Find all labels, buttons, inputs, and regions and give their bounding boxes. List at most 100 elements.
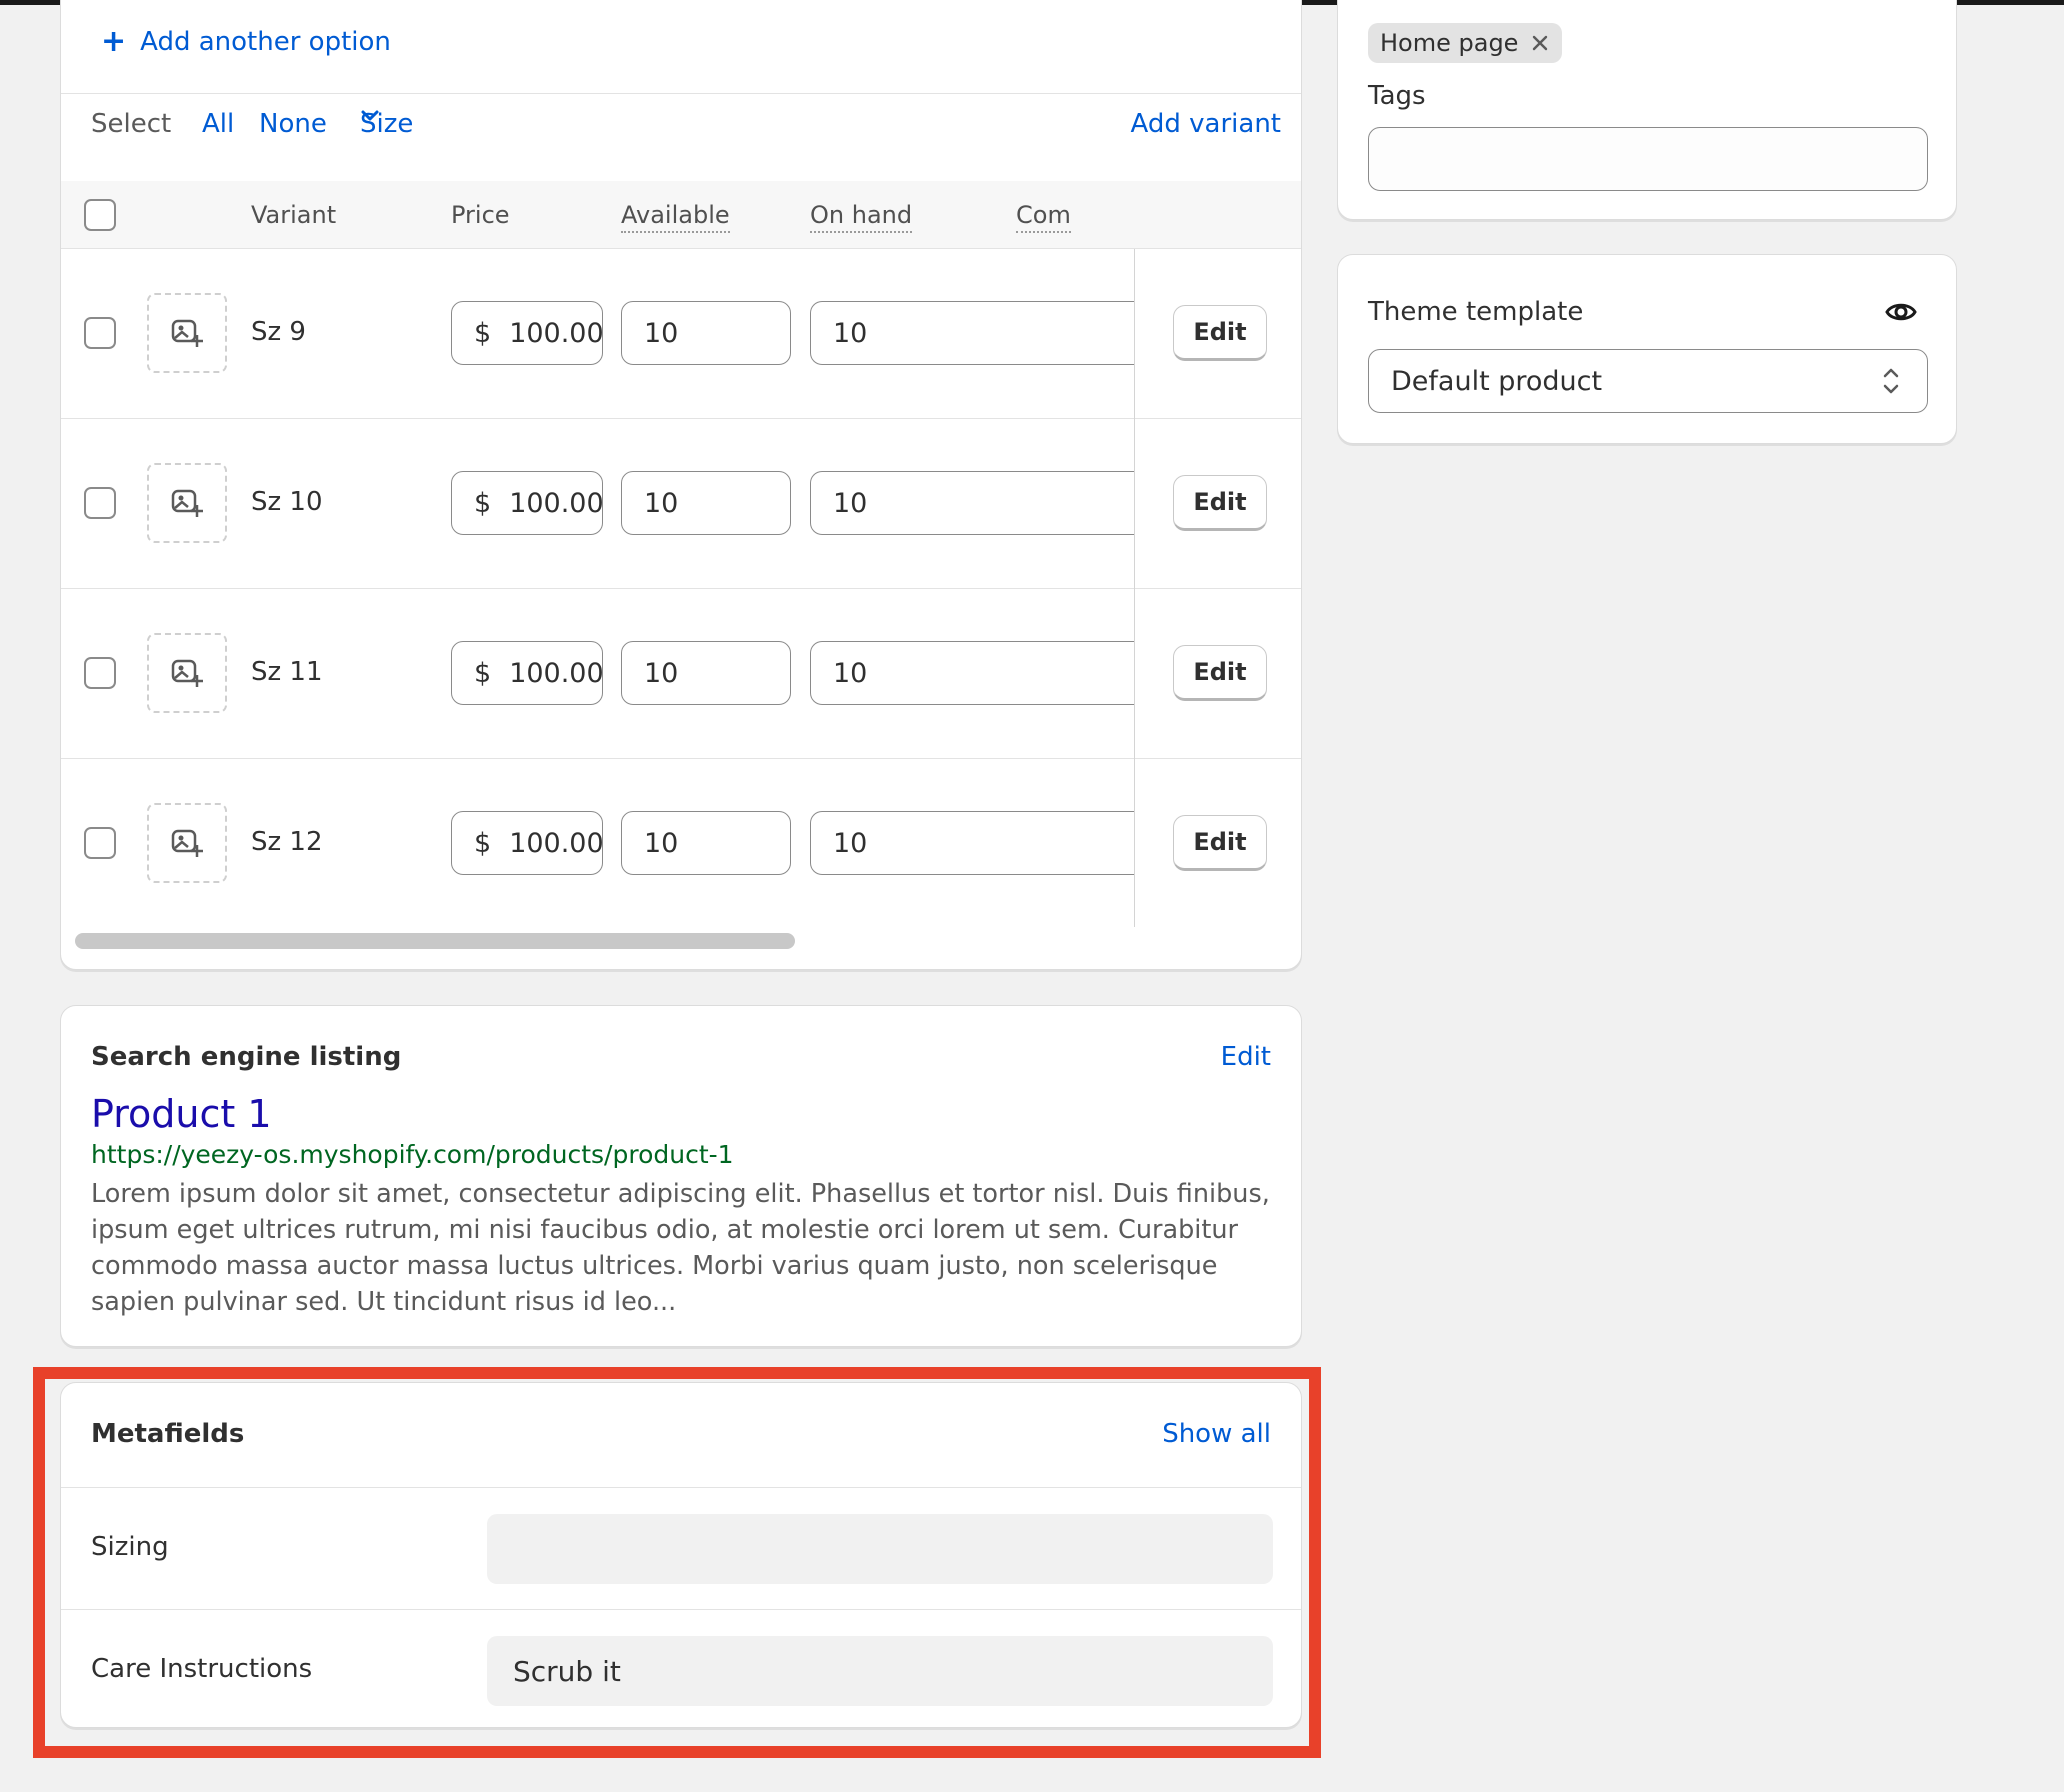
available-value: 10 [644,317,679,349]
column-on-hand[interactable]: On hand [810,201,913,233]
edit-button[interactable]: Edit [1173,475,1267,531]
image-add-icon [171,659,203,687]
variant-image-placeholder[interactable] [147,293,227,373]
on-hand-input[interactable]: 10 [810,301,1134,365]
add-another-option-label: Add another option [140,27,391,57]
select-all-checkbox[interactable] [84,199,116,231]
column-available[interactable]: Available [621,201,730,233]
image-add-icon [171,829,203,857]
product-organization-card: Home page Tags [1337,0,1957,220]
metafield-label: Care Instructions [91,1654,313,1684]
variants-table-header: Variant Price Available On hand Com [61,181,1301,249]
on-hand-value: 10 [833,827,868,859]
seo-preview-title: Product 1 [91,1092,272,1136]
variant-name: Sz 9 [251,317,306,347]
available-value: 10 [644,657,679,689]
available-value: 10 [644,487,679,519]
metafields-card: Metafields Show all Sizing Care Instruct… [60,1382,1302,1728]
available-input[interactable]: 10 [621,641,791,705]
on-hand-value: 10 [833,657,868,689]
on-hand-input[interactable]: 10 [810,471,1134,535]
variant-row: Sz 10 $100.00 10 10 Edit [61,419,1301,589]
available-input[interactable]: 10 [621,471,791,535]
collection-chip: Home page [1368,23,1563,63]
seo-preview-description: Lorem ipsum dolor sit amet, consectetur … [91,1179,1270,1317]
variant-row-checkbox[interactable] [84,317,116,349]
on-hand-input[interactable]: 10 [810,641,1134,705]
sticky-column-separator [1134,249,1135,927]
available-input[interactable]: 10 [621,301,791,365]
variant-name: Sz 11 [251,657,323,687]
currency-symbol: $ [474,317,492,349]
column-price: Price [451,201,510,229]
currency-symbol: $ [474,827,492,859]
seo-edit-button[interactable]: Edit [1221,1042,1271,1072]
theme-template-card: Theme template Default product [1337,254,1957,444]
available-input[interactable]: 10 [621,811,791,875]
edit-button[interactable]: Edit [1173,815,1267,871]
theme-template-label: Theme template [1368,297,1584,327]
tags-input[interactable] [1368,127,1928,191]
select-label: Select [91,109,172,139]
price-input[interactable]: $100.00 [451,811,604,875]
edit-button[interactable]: Edit [1173,645,1267,701]
variant-image-placeholder[interactable] [147,803,227,883]
plus-icon: + [101,24,127,59]
select-size-dropdown[interactable]: Size [360,109,413,139]
metafield-input-care-instructions[interactable]: Scrub it [487,1636,1273,1706]
price-input[interactable]: $100.00 [451,641,604,705]
variant-select-bar: Select All None Size Add variant [91,109,1281,153]
metafield-label: Sizing [91,1532,169,1562]
variant-name: Sz 10 [251,487,323,517]
on-hand-input[interactable]: 10 [810,811,1134,875]
currency-symbol: $ [474,487,492,519]
show-all-button[interactable]: Show all [1162,1419,1271,1449]
image-add-icon [171,319,203,347]
select-updown-icon [1883,368,1899,394]
variant-row-checkbox[interactable] [84,657,116,689]
metafields-heading: Metafields [91,1419,245,1449]
image-add-icon [171,489,203,517]
variant-image-placeholder[interactable] [147,633,227,713]
tags-label: Tags [1368,81,1426,111]
size-label: Size [360,109,414,139]
metafield-row-care-instructions: Care Instructions Scrub it [61,1609,1301,1727]
metafield-input-sizing[interactable] [487,1514,1273,1584]
select-all-button[interactable]: All [202,109,234,139]
on-hand-value: 10 [833,487,868,519]
variant-row: Sz 9 $100.00 10 10 Edit [61,249,1301,419]
theme-template-select[interactable]: Default product [1368,349,1928,413]
variant-image-placeholder[interactable] [147,463,227,543]
variant-row: Sz 12 $100.00 10 10 Edit [61,759,1301,929]
metafield-row-sizing: Sizing [61,1487,1301,1609]
price-value: 100.00 [509,657,604,689]
eye-icon[interactable] [1884,295,1918,329]
available-value: 10 [644,827,679,859]
price-input[interactable]: $100.00 [451,471,604,535]
price-value: 100.00 [509,317,604,349]
divider [61,93,1301,94]
add-another-option-button[interactable]: + Add another option [101,24,391,59]
close-icon[interactable] [1532,35,1548,51]
add-variant-button[interactable]: Add variant [1131,109,1281,139]
price-value: 100.00 [509,487,604,519]
variants-card: + Add another option Select All None Siz… [60,0,1302,970]
horizontal-scrollbar[interactable] [75,933,795,949]
price-input[interactable]: $100.00 [451,301,604,365]
select-none-button[interactable]: None [259,109,327,139]
variant-row: Sz 11 $100.00 10 10 Edit [61,589,1301,759]
seo-preview-url: https://yeezy-os.myshopify.com/products/… [91,1140,734,1169]
variant-name: Sz 12 [251,827,323,857]
variant-row-checkbox[interactable] [84,827,116,859]
column-variant: Variant [251,201,337,229]
variant-row-checkbox[interactable] [84,487,116,519]
currency-symbol: $ [474,657,492,689]
theme-template-value: Default product [1391,365,1603,397]
price-value: 100.00 [509,827,604,859]
search-engine-listing-card: Search engine listing Edit Product 1 htt… [60,1005,1302,1347]
collection-chip-label: Home page [1380,29,1519,57]
seo-heading: Search engine listing [91,1042,402,1072]
column-committed[interactable]: Com [1016,201,1071,233]
on-hand-value: 10 [833,317,868,349]
edit-button[interactable]: Edit [1173,305,1267,361]
